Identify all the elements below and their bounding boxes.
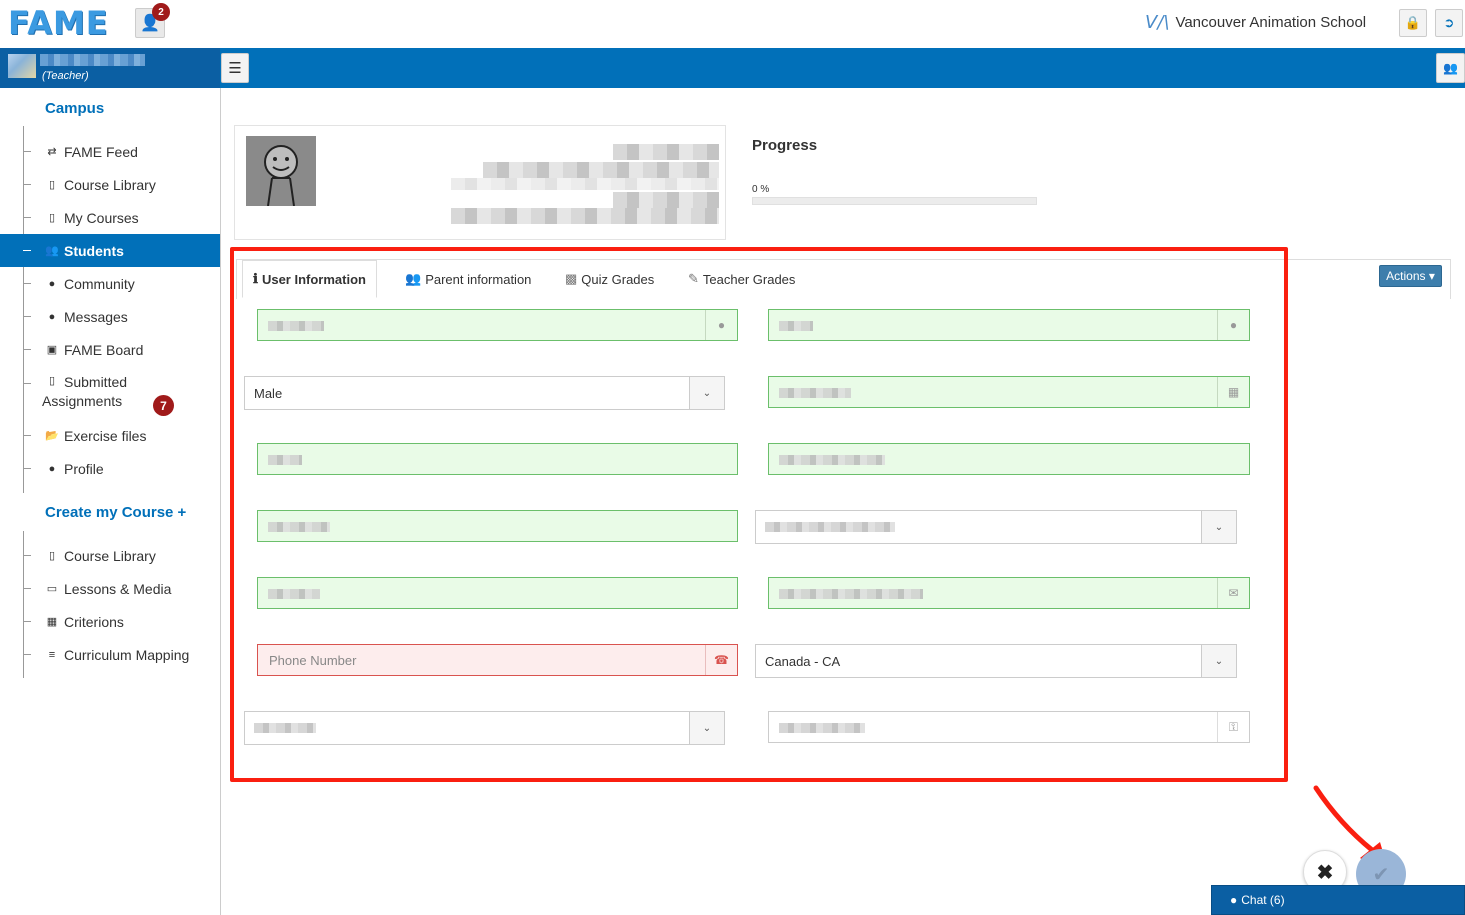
check-icon: ✔: [1372, 863, 1390, 886]
fame-logo[interactable]: FAME: [8, 4, 109, 42]
sidebar-item-course-library[interactable]: ▯ Course Library: [0, 168, 220, 201]
school-name: Vancouver Animation School: [1175, 14, 1367, 31]
sidebar-item-curriculum-mapping[interactable]: ≡ Curriculum Mapping: [0, 638, 220, 671]
student-profile-card: [234, 125, 726, 240]
user-role: (Teacher): [42, 70, 89, 82]
close-icon: ✖: [1316, 861, 1334, 884]
monitor-icon: ▭: [46, 583, 58, 595]
student-info-redacted: [451, 178, 719, 190]
sidebar-item-criterions[interactable]: ▦ Criterions: [0, 605, 220, 638]
users-icon: 👥: [45, 245, 59, 257]
student-info-redacted: [613, 192, 719, 208]
assignments-count-badge: 7: [153, 395, 174, 416]
notifications-button[interactable]: 👤 2: [135, 3, 170, 38]
retweet-icon: ⇄: [47, 146, 57, 158]
chat-bar[interactable]: ● Chat (6): [1211, 885, 1465, 915]
cartoon-face-icon: [246, 136, 316, 206]
notification-badge: 2: [152, 3, 170, 21]
highlight-frame: [230, 247, 1288, 782]
sidebar-item-community[interactable]: ● Community: [0, 267, 220, 300]
user-avatar: [8, 54, 36, 78]
list-icon: ≡: [48, 648, 56, 661]
picture-icon: ▣: [46, 344, 58, 356]
sign-out-icon: ➲: [1443, 15, 1455, 30]
sidebar-item-submitted-assignments[interactable]: ▯ Submitted Assignments: [0, 368, 220, 414]
progress-value: 0 %: [752, 184, 770, 195]
table-icon: ▦: [46, 616, 58, 628]
sidebar-item-profile[interactable]: ● Profile: [0, 452, 220, 485]
actions-dropdown-button[interactable]: Actions ▾: [1379, 265, 1442, 287]
book-icon: ▯: [48, 179, 56, 191]
sidebar-item-fame-feed[interactable]: ⇄ FAME Feed: [0, 135, 220, 168]
group-button[interactable]: 👥: [1436, 53, 1465, 83]
progress-bar: [752, 197, 1037, 205]
sidebar-item-my-courses[interactable]: ▯ My Courses: [0, 201, 220, 234]
top-header: FAME 👤 2 V/\ Vancouver Animation School …: [0, 0, 1465, 48]
sidebar-item-create-course-library[interactable]: ▯ Course Library: [0, 539, 220, 572]
sidebar-item-students[interactable]: 👥 Students: [0, 234, 220, 267]
campus-heading[interactable]: Campus: [45, 100, 104, 117]
account-button[interactable]: 🔒: [1399, 9, 1427, 37]
school-brand: V/\ Vancouver Animation School: [1145, 12, 1366, 33]
user-block[interactable]: (Teacher): [0, 48, 220, 88]
sidebar: Campus ⇄ FAME Feed ▯ Course Library ▯ My…: [0, 88, 221, 915]
book-icon: ▯: [48, 375, 56, 387]
bars-icon: ☰: [228, 60, 242, 77]
progress-title: Progress: [752, 137, 818, 154]
student-avatar: [246, 136, 316, 206]
sidebar-item-fame-board[interactable]: ▣ FAME Board: [0, 333, 220, 366]
user-name-redacted: [40, 54, 145, 66]
student-name-redacted: [613, 144, 719, 160]
book-icon: ▯: [48, 550, 56, 562]
menu-toggle-button[interactable]: ☰: [221, 53, 249, 83]
user-secret-icon: 🔒: [1404, 15, 1422, 30]
users-icon: 👥: [1443, 61, 1458, 75]
student-info-redacted: [483, 162, 719, 178]
sidebar-item-exercise-files[interactable]: 📂 Exercise files: [0, 419, 220, 452]
folder-open-icon: 📂: [45, 430, 59, 442]
globe-icon: ●: [48, 277, 56, 290]
comment-icon: ●: [48, 310, 56, 323]
logout-button[interactable]: ➲: [1435, 9, 1463, 37]
school-logo-icon: V/\: [1145, 12, 1170, 33]
comment-icon: ●: [1230, 893, 1238, 907]
user-icon: ●: [48, 462, 56, 475]
chat-label: Chat (6): [1241, 893, 1285, 907]
sidebar-item-messages[interactable]: ● Messages: [0, 300, 220, 333]
create-course-heading[interactable]: Create my Course +: [45, 504, 186, 521]
sidebar-item-lessons-media[interactable]: ▭ Lessons & Media: [0, 572, 220, 605]
book-icon: ▯: [48, 212, 56, 224]
student-info-redacted: [451, 208, 719, 224]
